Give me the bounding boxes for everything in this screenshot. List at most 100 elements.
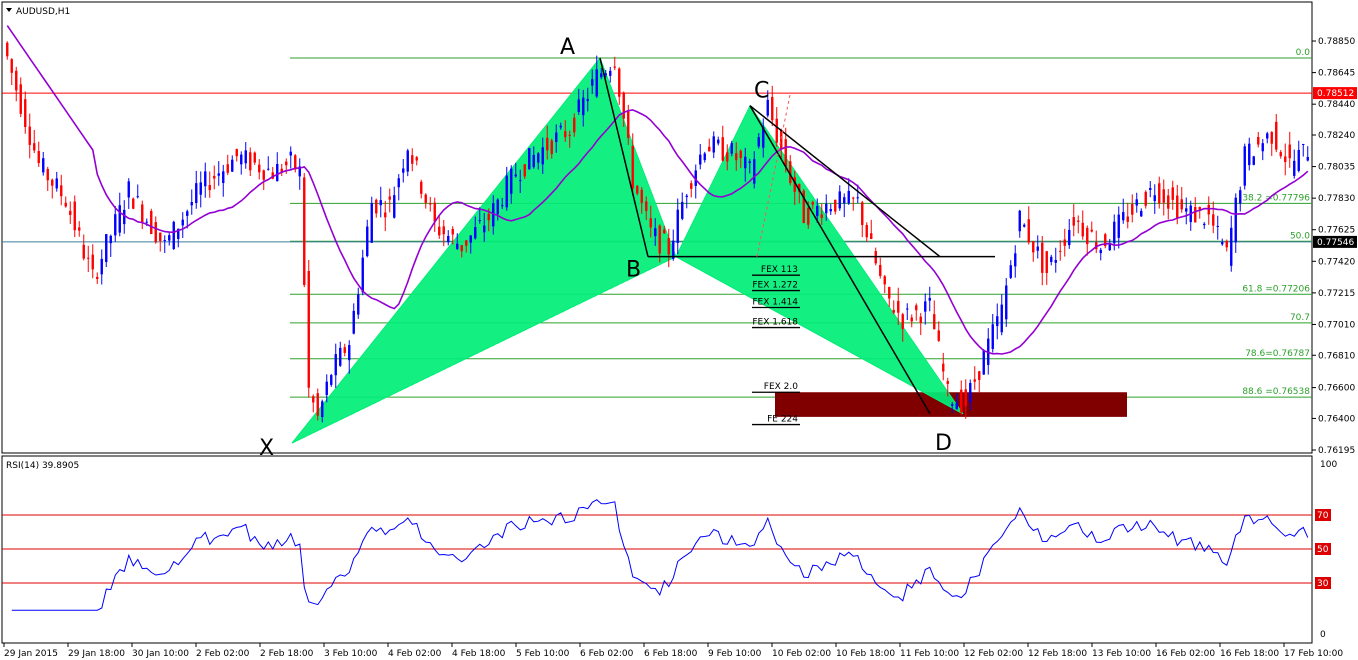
candle-body — [1099, 249, 1102, 254]
candle-body — [879, 264, 882, 276]
candle-body — [496, 199, 499, 215]
price-tick-label: 0.78440 — [1318, 100, 1355, 110]
candle-body — [505, 175, 508, 208]
chart-window[interactable]: 0.0 38.2 =0.77796 50.0 61.8 =0.77206 70.7 78.… — [0, 0, 1358, 660]
candle-body — [1032, 241, 1035, 253]
candle-body — [910, 317, 913, 322]
time-tick-label: 30 Jan 10:00 — [132, 649, 189, 659]
candle-body — [865, 224, 868, 238]
candle-body — [640, 189, 643, 203]
candle-body — [1171, 187, 1174, 200]
candle-body — [348, 345, 351, 361]
candle-body — [771, 96, 774, 121]
candle-body — [213, 175, 216, 179]
candle-body — [357, 294, 360, 315]
fib-label: 88.6 =0.76538 — [1242, 387, 1310, 397]
candle-body — [379, 200, 382, 206]
pattern-point-b: B — [626, 258, 641, 283]
candle-body — [1077, 220, 1080, 222]
candle-body — [172, 221, 175, 250]
candle-body — [366, 226, 369, 257]
candle-body — [951, 404, 954, 406]
candle-body — [609, 70, 612, 76]
candle-body — [924, 301, 927, 312]
candle-body — [1297, 149, 1300, 171]
candle-body — [1234, 197, 1237, 243]
candle-body — [208, 184, 211, 191]
candle-body — [1270, 131, 1273, 144]
candle-body — [636, 185, 639, 194]
candle-body — [105, 234, 108, 263]
price-tick-label: 0.77625 — [1318, 226, 1355, 236]
candle-body — [1239, 190, 1242, 204]
candle-body — [906, 308, 909, 310]
candle-body — [1194, 207, 1197, 223]
candle-body — [1131, 204, 1134, 215]
time-tick-label: 13 Feb 10:00 — [1092, 649, 1151, 659]
candle-body — [649, 218, 652, 228]
candle-body — [973, 379, 976, 382]
chart-title: AUDUSD,H1 — [16, 7, 70, 17]
candle-body — [550, 140, 553, 155]
candle-body — [118, 205, 121, 233]
candle-body — [721, 137, 724, 161]
candle-body — [433, 202, 436, 222]
candle-body — [1036, 246, 1039, 251]
candle-body — [289, 151, 292, 156]
price-tick-label: 0.78645 — [1318, 69, 1355, 79]
candle-body — [816, 205, 819, 217]
candle-body — [982, 350, 985, 375]
candle-body — [1288, 144, 1291, 159]
candle-body — [1000, 304, 1003, 333]
pattern-point-a: A — [560, 35, 575, 60]
rsi-tick-label: 30 — [1317, 579, 1329, 589]
rsi-title: RSI(14) 39.8905 — [6, 461, 79, 471]
fex-label: FEX 2.0 — [764, 382, 798, 392]
fex-label: FEX 113 — [761, 265, 798, 275]
candle-body — [1009, 265, 1012, 278]
candle-body — [510, 168, 513, 194]
candle-body — [685, 195, 688, 198]
rsi-tick-label: 70 — [1317, 511, 1329, 521]
candle-body — [577, 99, 580, 112]
candle-body — [627, 110, 630, 139]
time-axis: 29 Jan 2015 29 Jan 18:00 30 Jan 10:00 2 Feb… — [3, 643, 1343, 659]
candle-body — [388, 196, 391, 200]
candle-body — [474, 227, 477, 239]
time-tick-label: 6 Feb 02:00 — [580, 649, 634, 659]
candle-body — [343, 347, 346, 353]
candle-body — [568, 134, 571, 136]
candle-body — [870, 233, 873, 240]
candle-body — [132, 198, 135, 209]
candle-body — [460, 245, 463, 252]
candle-body — [55, 178, 58, 189]
candle-body — [586, 98, 589, 102]
candle-body — [415, 157, 418, 161]
candle-body — [330, 375, 333, 385]
candle-body — [429, 203, 432, 205]
candle-body — [658, 225, 661, 254]
candle-body — [10, 59, 13, 73]
candle-body — [933, 314, 936, 330]
time-tick-label: 4 Feb 18:00 — [452, 649, 506, 659]
time-tick-label: 29 Jan 18:00 — [68, 649, 125, 659]
candle-body — [519, 180, 522, 182]
candle-body — [1279, 152, 1282, 157]
candle-body — [690, 183, 693, 189]
candle-body — [321, 401, 324, 418]
candle-body — [447, 235, 450, 243]
candle-body — [645, 201, 648, 211]
candle-body — [1072, 217, 1075, 226]
fib-label: 38.2 =0.77796 — [1242, 193, 1310, 203]
price-tick-label: 0.76400 — [1318, 414, 1355, 424]
candle-body — [1266, 133, 1269, 139]
candle-body — [537, 153, 540, 163]
candle-body — [411, 155, 414, 164]
candle-body — [663, 229, 666, 234]
candle-body — [978, 371, 981, 380]
fex-label: FE 224 — [767, 415, 798, 425]
candle-body — [483, 225, 486, 233]
time-tick-label: 2 Feb 02:00 — [196, 649, 250, 659]
candle-body — [253, 152, 256, 163]
candle-body — [1167, 195, 1170, 209]
